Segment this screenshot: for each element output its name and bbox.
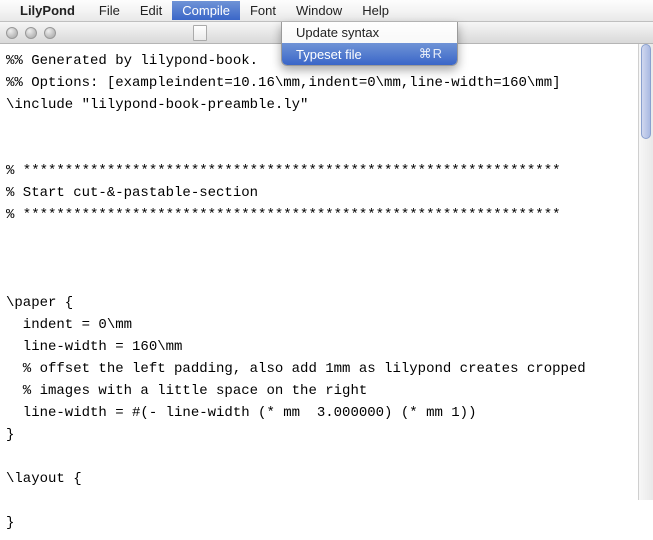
menu-compile[interactable]: Compile <box>172 1 240 20</box>
menu-file[interactable]: File <box>89 1 130 20</box>
compile-dropdown: Update syntax Typeset file ⌘R <box>281 22 458 66</box>
zoom-button[interactable] <box>44 27 56 39</box>
dropdown-item-label: Update syntax <box>296 25 379 40</box>
scrollbar-thumb[interactable] <box>641 44 651 139</box>
menu-help[interactable]: Help <box>352 1 399 20</box>
dropdown-update-syntax[interactable]: Update syntax <box>282 22 457 43</box>
close-button[interactable] <box>6 27 18 39</box>
menubar: LilyPond File Edit Compile Font Window H… <box>0 0 653 22</box>
document-icon <box>193 25 207 41</box>
menu-edit[interactable]: Edit <box>130 1 172 20</box>
minimize-button[interactable] <box>25 27 37 39</box>
menu-window[interactable]: Window <box>286 1 352 20</box>
menu-font[interactable]: Font <box>240 1 286 20</box>
text-editor[interactable]: %% Generated by lilypond-book. %% Option… <box>0 44 653 540</box>
traffic-lights <box>6 27 56 39</box>
app-name[interactable]: LilyPond <box>20 3 75 18</box>
dropdown-typeset-file[interactable]: Typeset file ⌘R <box>282 43 457 65</box>
vertical-scrollbar[interactable] <box>638 44 653 500</box>
dropdown-item-label: Typeset file <box>296 47 362 62</box>
dropdown-item-shortcut: ⌘R <box>419 46 443 62</box>
